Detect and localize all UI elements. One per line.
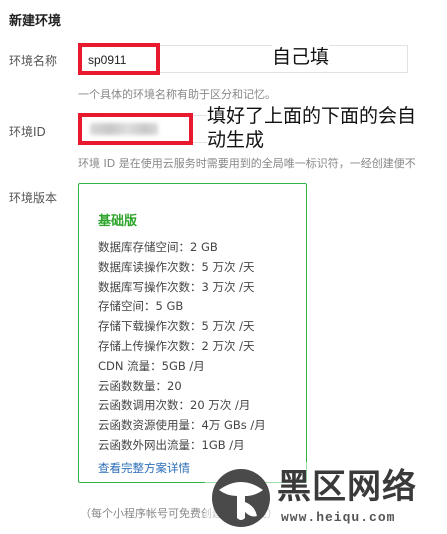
watermark-url: www.heiqu.com xyxy=(281,510,396,525)
plan-feature: 数据库写操作次数：3 万次 /天 xyxy=(98,279,255,294)
env-version-label: 环境版本 xyxy=(9,191,58,205)
plan-feature: 存储下载操作次数：5 万次 /天 xyxy=(98,319,255,334)
env-name-label: 环境名称 xyxy=(9,54,58,68)
env-id-blurred-value xyxy=(90,123,158,135)
env-id-hint: 环境 ID 是在使用云服务时需要用到的全局唯一标识符，一经创建便不 xyxy=(78,157,416,170)
plan-card-basic[interactable]: 基础版 数据库存储空间：2 GB 数据库读操作次数：5 万次 /天 数据库写操作… xyxy=(78,183,307,483)
env-name-annotation: 自己填 xyxy=(272,45,330,69)
env-name-hint: 一个具体的环境名称有助于区分和记忆。 xyxy=(78,88,276,101)
watermark: 黑区网络 www.heiqu.com xyxy=(205,462,447,534)
page-title: 新建环境 xyxy=(9,14,62,29)
plan-details-link[interactable]: 查看完整方案详情 xyxy=(98,460,190,476)
plan-feature: 云函数外网出流量：1GB /月 xyxy=(98,437,245,452)
plan-feature: 云函数数量：20 xyxy=(98,378,182,393)
env-id-label: 环境ID xyxy=(9,125,46,139)
env-name-value: sp0911 xyxy=(88,53,127,67)
plan-feature: 云函数调用次数：20 万次 /月 xyxy=(98,398,251,413)
watermark-brand: 黑区网络 xyxy=(277,467,417,507)
plan-name: 基础版 xyxy=(98,214,138,229)
plan-feature: 数据库读操作次数：5 万次 /天 xyxy=(98,259,255,274)
plan-feature: 云函数资源使用量：4万 GBs /月 xyxy=(98,418,266,433)
plan-feature-list: 数据库存储空间：2 GB 数据库读操作次数：5 万次 /天 数据库写操作次数：3… xyxy=(98,238,266,456)
plan-feature: CDN 流量：5GB /月 xyxy=(98,358,205,373)
env-id-annotation: 填好了上面的下面的会自动生成 xyxy=(207,104,432,152)
plan-feature: 存储空间：5 GB xyxy=(98,299,184,314)
plan-feature: 存储上传操作次数：2 万次 /天 xyxy=(98,338,255,353)
plan-feature: 数据库存储空间：2 GB xyxy=(98,240,218,254)
